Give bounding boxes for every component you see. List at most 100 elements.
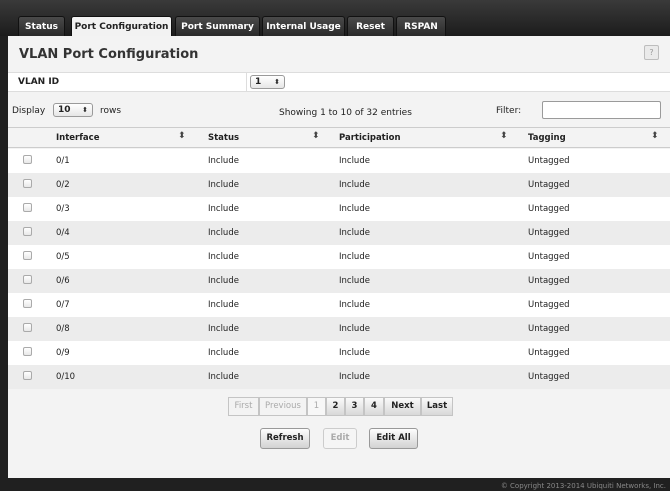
cell-status: Include [208,204,239,214]
chevron-updown-icon: ⬍ [82,106,88,114]
content-panel: VLAN Port Configuration ? VLAN ID 1 ⬍ Di… [8,36,670,478]
row-checkbox[interactable] [23,203,32,212]
pager-first[interactable]: First [228,397,259,416]
table-row[interactable]: 0/8 Include Include Untagged [8,317,670,341]
row-checkbox[interactable] [23,347,32,356]
tab-status[interactable]: Status [18,16,65,36]
cell-participation: Include [339,372,370,382]
filter-label: Filter: [496,106,522,116]
cell-participation: Include [339,156,370,166]
cell-interface: 0/2 [56,180,70,190]
table-header: Interface ⬍ Status ⬍ Participation ⬍ Tag… [8,127,670,148]
cell-participation: Include [339,348,370,358]
tab-port-configuration[interactable]: Port Configuration [71,16,172,37]
pager-page-2[interactable]: 2 [326,397,345,416]
cell-participation: Include [339,180,370,190]
cell-status: Include [208,348,239,358]
cell-status: Include [208,228,239,238]
pager-page-3[interactable]: 3 [345,397,364,416]
edit-button[interactable]: Edit [323,428,357,449]
entries-info: Showing 1 to 10 of 32 entries [279,108,412,118]
column-header-status[interactable]: Status [208,133,239,143]
cell-status: Include [208,252,239,262]
cell-interface: 0/3 [56,204,70,214]
tab-rspan[interactable]: RSPAN [396,16,446,36]
row-checkbox[interactable] [23,227,32,236]
cell-participation: Include [339,204,370,214]
row-checkbox[interactable] [23,371,32,380]
sort-icon[interactable]: ⬍ [312,131,320,141]
vlan-id-select[interactable]: 1 ⬍ [250,75,285,89]
cell-tagging: Untagged [528,204,570,214]
cell-interface: 0/5 [56,252,70,262]
cell-status: Include [208,372,239,382]
column-header-interface[interactable]: Interface [56,133,99,143]
pager-previous[interactable]: Previous [259,397,307,416]
cell-tagging: Untagged [528,180,570,190]
cell-interface: 0/6 [56,276,70,286]
sort-icon[interactable]: ⬍ [651,131,659,141]
filter-input[interactable] [542,101,661,119]
cell-tagging: Untagged [528,324,570,334]
cell-tagging: Untagged [528,300,570,310]
rows-per-page-select[interactable]: 10 ⬍ [53,103,93,117]
edit-all-button[interactable]: Edit All [369,428,418,449]
pager-next[interactable]: Next [384,397,421,416]
cell-tagging: Untagged [528,252,570,262]
chevron-updown-icon: ⬍ [274,78,280,86]
column-header-tagging[interactable]: Tagging [528,133,566,143]
cell-participation: Include [339,228,370,238]
cell-participation: Include [339,300,370,310]
sort-icon[interactable]: ⬍ [178,131,186,141]
vlan-id-value: 1 [255,77,262,87]
row-checkbox[interactable] [23,155,32,164]
cell-interface: 0/4 [56,228,70,238]
row-checkbox[interactable] [23,299,32,308]
tab-reset[interactable]: Reset [347,16,394,36]
cell-status: Include [208,300,239,310]
table-row[interactable]: 0/10 Include Include Untagged [8,365,670,389]
cell-status: Include [208,276,239,286]
cell-interface: 0/9 [56,348,70,358]
vlan-id-label: VLAN ID [18,77,60,87]
pager-page-1[interactable]: 1 [307,397,326,416]
row-checkbox[interactable] [23,179,32,188]
cell-interface: 0/7 [56,300,70,310]
row-checkbox[interactable] [23,323,32,332]
tab-internal-usage[interactable]: Internal Usage [262,16,345,36]
cell-status: Include [208,324,239,334]
table-row[interactable]: 0/3 Include Include Untagged [8,197,670,221]
cell-tagging: Untagged [528,276,570,286]
cell-tagging: Untagged [528,372,570,382]
table-row[interactable]: 0/9 Include Include Untagged [8,341,670,365]
table-row[interactable]: 0/7 Include Include Untagged [8,293,670,317]
divider [246,73,247,91]
pager-last[interactable]: Last [421,397,453,416]
cell-participation: Include [339,324,370,334]
cell-tagging: Untagged [528,348,570,358]
cell-interface: 0/1 [56,156,70,166]
sort-icon[interactable]: ⬍ [500,131,508,141]
table-row[interactable]: 0/5 Include Include Untagged [8,245,670,269]
table-row[interactable]: 0/1 Include Include Untagged [8,149,670,173]
table-row[interactable]: 0/6 Include Include Untagged [8,269,670,293]
table-row[interactable]: 0/4 Include Include Untagged [8,221,670,245]
help-icon[interactable]: ? [644,45,659,60]
table-row[interactable]: 0/2 Include Include Untagged [8,173,670,197]
cell-interface: 0/10 [56,372,76,382]
row-checkbox[interactable] [23,251,32,260]
cell-status: Include [208,180,239,190]
row-checkbox[interactable] [23,275,32,284]
copyright: © Copyright 2013-2014 Ubiquiti Networks,… [500,482,666,490]
refresh-button[interactable]: Refresh [260,428,310,449]
page-title: VLAN Port Configuration [19,47,199,62]
rows-per-page-value: 10 [58,105,71,115]
cell-participation: Include [339,276,370,286]
pager-page-4[interactable]: 4 [364,397,384,416]
cell-interface: 0/8 [56,324,70,334]
tab-port-summary[interactable]: Port Summary [175,16,260,36]
vlan-id-row: VLAN ID 1 ⬍ [8,72,670,92]
cell-participation: Include [339,252,370,262]
tab-bar: Status Port Configuration Port Summary I… [0,0,670,37]
column-header-participation[interactable]: Participation [339,133,401,143]
